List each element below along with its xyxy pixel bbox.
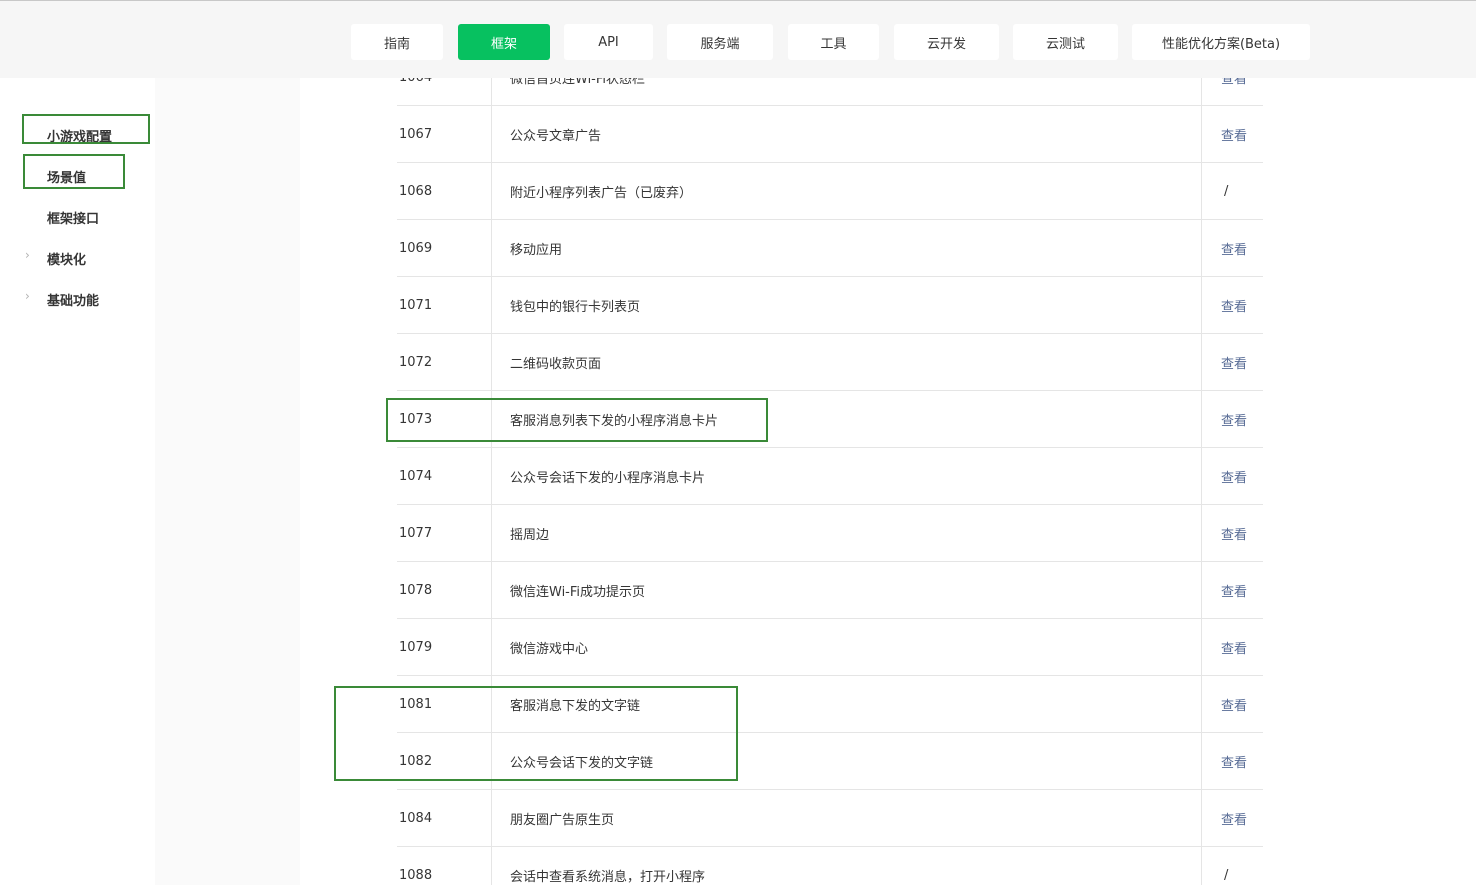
view-link[interactable]: 查看 bbox=[1202, 334, 1263, 390]
sidebar-item-minigame-config[interactable]: 小游戏配置 bbox=[47, 126, 112, 145]
scene-id: 1077 bbox=[397, 505, 492, 561]
table-row: 1071 钱包中的银行卡列表页 查看 bbox=[397, 277, 1263, 334]
sidebar: 小游戏配置 场景值 框架接口 › 模块化 › 基础功能 bbox=[0, 78, 300, 885]
view-link[interactable]: 查看 bbox=[1202, 448, 1263, 504]
scene-description: 二维码收款页面 bbox=[492, 334, 1202, 390]
scene-description: 公众号会话下发的文字链 bbox=[492, 733, 1202, 789]
view-link[interactable]: 查看 bbox=[1202, 562, 1263, 618]
unavailable-mark: / bbox=[1224, 183, 1229, 199]
scene-id: 1082 bbox=[397, 733, 492, 789]
top-navigation-bar: 指南 框架 API 服务端 工具 云开发 云测试 性能优化方案(Beta) bbox=[0, 0, 1476, 78]
sidebar-item-basic-features[interactable]: 基础功能 bbox=[47, 290, 99, 309]
table-row: 1069 移动应用 查看 bbox=[397, 220, 1263, 277]
view-link[interactable]: 查看 bbox=[1202, 790, 1263, 846]
scene-description: 朋友圈广告原生页 bbox=[492, 790, 1202, 846]
tab-guide[interactable]: 指南 bbox=[351, 24, 443, 60]
view-link[interactable]: 查看 bbox=[1202, 277, 1263, 333]
chevron-right-icon[interactable]: › bbox=[25, 248, 30, 262]
tab-cloud-dev[interactable]: 云开发 bbox=[894, 24, 999, 60]
scene-description: 客服消息下发的文字链 bbox=[492, 676, 1202, 732]
table-row: 1079 微信游戏中心 查看 bbox=[397, 619, 1263, 676]
scene-description: 公众号文章广告 bbox=[492, 106, 1202, 162]
scene-id: 1068 bbox=[397, 163, 492, 219]
scene-description: 微信游戏中心 bbox=[492, 619, 1202, 675]
sidebar-item-scene-value[interactable]: 场景值 bbox=[47, 167, 86, 186]
scene-id: 1067 bbox=[397, 106, 492, 162]
scene-description: 公众号会话下发的小程序消息卡片 bbox=[492, 448, 1202, 504]
table-row: 1074 公众号会话下发的小程序消息卡片 查看 bbox=[397, 448, 1263, 505]
scene-id: 1071 bbox=[397, 277, 492, 333]
table-row: 1072 二维码收款页面 查看 bbox=[397, 334, 1263, 391]
tab-tools[interactable]: 工具 bbox=[788, 24, 879, 60]
sidebar-divider-shade bbox=[155, 78, 300, 885]
table-row: 1078 微信连Wi-Fi成功提示页 查看 bbox=[397, 562, 1263, 619]
scene-description: 移动应用 bbox=[492, 220, 1202, 276]
table-row: 1081 客服消息下发的文字链 查看 bbox=[397, 676, 1263, 733]
tab-performance[interactable]: 性能优化方案(Beta) bbox=[1132, 24, 1310, 60]
scene-id: 1069 bbox=[397, 220, 492, 276]
scene-description: 微信连Wi-Fi成功提示页 bbox=[492, 562, 1202, 618]
tab-api[interactable]: API bbox=[564, 24, 653, 60]
sidebar-item-modularization[interactable]: 模块化 bbox=[47, 249, 86, 268]
scene-id: 1079 bbox=[397, 619, 492, 675]
table-row: 1084 朋友圈广告原生页 查看 bbox=[397, 790, 1263, 847]
scene-id: 1084 bbox=[397, 790, 492, 846]
view-link[interactable]: 查看 bbox=[1202, 391, 1263, 447]
table-row: 1077 摇周边 查看 bbox=[397, 505, 1263, 562]
sidebar-item-framework-api[interactable]: 框架接口 bbox=[47, 208, 99, 227]
scene-id: 1081 bbox=[397, 676, 492, 732]
unavailable-mark: / bbox=[1224, 867, 1229, 883]
tab-server[interactable]: 服务端 bbox=[667, 24, 773, 60]
view-link[interactable]: 查看 bbox=[1202, 676, 1263, 732]
scene-id: 1088 bbox=[397, 847, 492, 885]
scene-id: 1072 bbox=[397, 334, 492, 390]
scene-id: 1074 bbox=[397, 448, 492, 504]
view-link[interactable]: 查看 bbox=[1202, 106, 1263, 162]
scene-description: 附近小程序列表广告（已废弃） bbox=[492, 163, 1202, 219]
scene-description: 会话中查看系统消息，打开小程序 bbox=[492, 847, 1202, 885]
scene-value-table: 1064 微信首页连Wi-Fi状态栏 查看 1067 公众号文章广告 查看 10… bbox=[397, 50, 1263, 885]
view-link[interactable]: 查看 bbox=[1202, 505, 1263, 561]
table-row: 1088 会话中查看系统消息，打开小程序 / bbox=[397, 847, 1263, 885]
view-link[interactable]: 查看 bbox=[1202, 733, 1263, 789]
view-link[interactable]: 查看 bbox=[1202, 220, 1263, 276]
scene-id: 1078 bbox=[397, 562, 492, 618]
chevron-right-icon[interactable]: › bbox=[25, 289, 30, 303]
tab-cloud-test[interactable]: 云测试 bbox=[1013, 24, 1118, 60]
scene-description: 客服消息列表下发的小程序消息卡片 bbox=[492, 391, 1202, 447]
scene-description: 钱包中的银行卡列表页 bbox=[492, 277, 1202, 333]
scene-id: 1073 bbox=[397, 391, 492, 447]
table-row: 1067 公众号文章广告 查看 bbox=[397, 106, 1263, 163]
tab-framework[interactable]: 框架 bbox=[458, 24, 550, 60]
scene-description: 摇周边 bbox=[492, 505, 1202, 561]
table-row: 1073 客服消息列表下发的小程序消息卡片 查看 bbox=[397, 391, 1263, 448]
view-link[interactable]: 查看 bbox=[1202, 619, 1263, 675]
table-row: 1068 附近小程序列表广告（已废弃） / bbox=[397, 163, 1263, 220]
table-row: 1082 公众号会话下发的文字链 查看 bbox=[397, 733, 1263, 790]
